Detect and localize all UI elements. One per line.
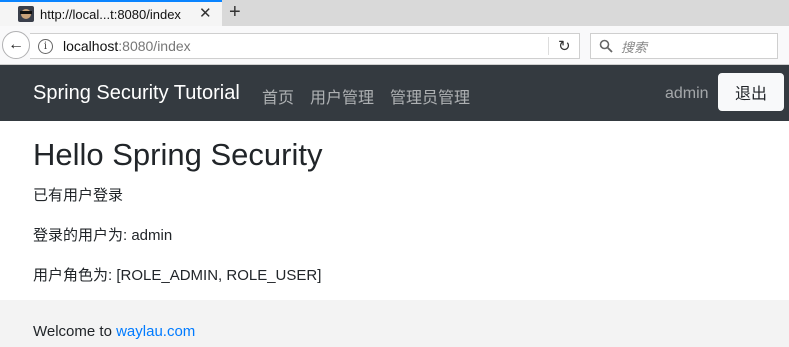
footer-prefix: Welcome to bbox=[33, 323, 117, 340]
nav-link-user-management[interactable]: 用户管理 bbox=[310, 84, 374, 108]
footer-link[interactable]: waylau.com bbox=[116, 323, 195, 340]
reload-icon[interactable]: ↻ bbox=[558, 37, 571, 55]
current-username: admin bbox=[665, 85, 709, 102]
close-icon[interactable]: ✕ bbox=[199, 6, 212, 22]
user-roles: 用户角色为: [ROLE_ADMIN, ROLE_USER] bbox=[33, 267, 322, 284]
nav-link-home[interactable]: 首页 bbox=[262, 84, 294, 108]
url-path: :8080/index bbox=[118, 38, 191, 54]
info-icon[interactable]: i bbox=[38, 38, 53, 54]
browser-tab[interactable]: http://local...t:8080/index ✕ bbox=[0, 0, 222, 26]
nav-links: 首页 用户管理 管理员管理 bbox=[262, 84, 486, 108]
new-tab-plus-icon[interactable]: + bbox=[229, 1, 241, 23]
login-status: 已有用户登录 bbox=[33, 187, 124, 204]
navbar-brand[interactable]: Spring Security Tutorial bbox=[33, 82, 240, 105]
urlbar-divider bbox=[548, 37, 549, 55]
favicon-icon bbox=[18, 6, 34, 22]
search-input[interactable]: 搜索 bbox=[590, 33, 778, 59]
logout-button[interactable]: 退出 bbox=[718, 73, 784, 111]
tab-title: http://local...t:8080/index bbox=[40, 6, 181, 22]
app-navbar: Spring Security Tutorial 首页 用户管理 管理员管理 a… bbox=[0, 65, 789, 121]
tab-strip: http://local...t:8080/index ✕ + bbox=[0, 0, 789, 26]
footer-text: Welcome to waylau.com bbox=[33, 323, 195, 340]
browser-toolbar: ← i localhost:8080/index ↻ 搜索 bbox=[0, 26, 789, 65]
logged-in-user: 登录的用户为: admin bbox=[33, 227, 173, 244]
page-title: Hello Spring Security bbox=[33, 137, 323, 172]
search-placeholder: 搜索 bbox=[621, 39, 648, 55]
url-host: localhost bbox=[63, 38, 119, 54]
search-icon bbox=[599, 39, 613, 53]
footer: Welcome to waylau.com bbox=[0, 300, 789, 347]
back-arrow-icon[interactable]: ← bbox=[2, 31, 30, 59]
nav-link-admin-management[interactable]: 管理员管理 bbox=[390, 84, 470, 108]
address-bar[interactable]: i localhost:8080/index ↻ bbox=[30, 33, 580, 59]
